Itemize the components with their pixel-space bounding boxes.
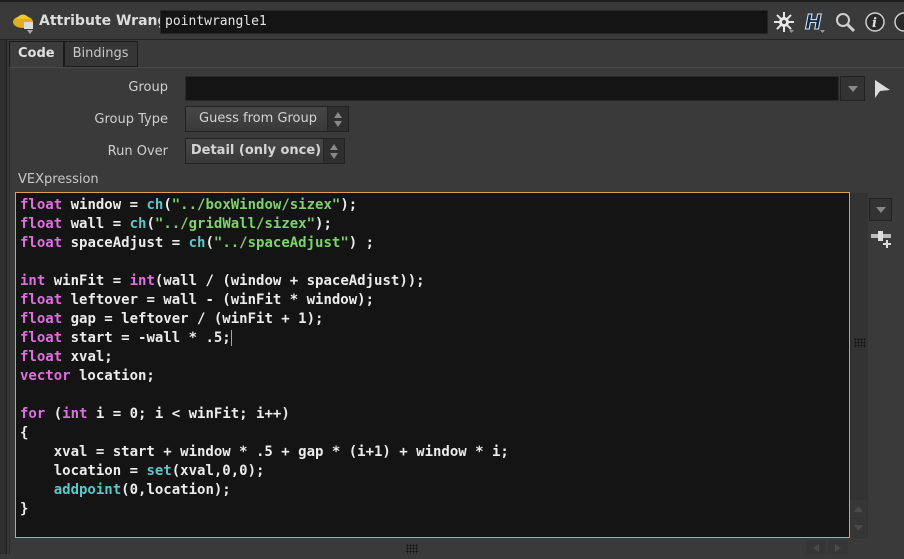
node-name-field[interactable]: pointwrangle1	[160, 10, 768, 34]
updown-arrows-icon	[323, 139, 344, 163]
code-string: "../boxWindow/sizex"	[171, 197, 341, 213]
code-line: addpoint(0,location);	[53, 482, 231, 498]
code-keyword: float	[20, 216, 63, 232]
editor-vertical-scrollbar[interactable]	[850, 193, 868, 538]
vexpression-label: VEXpression	[18, 172, 99, 187]
code-line: float start = -wall * .5;	[20, 330, 232, 346]
tab-bindings[interactable]: Bindings	[63, 41, 138, 67]
scroll-down-button[interactable]	[850, 519, 867, 537]
gear-icon[interactable]	[772, 10, 796, 34]
chevron-down-icon	[875, 206, 886, 213]
code-keyword: float	[20, 235, 63, 251]
updown-arrows-icon	[327, 107, 348, 131]
parameter-header: Attribute Wrangle pointwrangle1 H i	[0, 0, 904, 40]
code-line: vector location;	[20, 368, 155, 384]
code-keyword: float	[20, 197, 63, 213]
scroll-grip[interactable]	[854, 338, 866, 348]
code-text[interactable]: float window = ch("../boxWindow/sizex");…	[20, 196, 845, 519]
code-keyword: vector	[20, 368, 71, 384]
select-group-arrow-icon[interactable]	[872, 78, 892, 100]
run-over-value: Detail (only once)	[190, 143, 322, 158]
group-input[interactable]	[185, 76, 839, 101]
code-line: float window = ch("../boxWindow/sizex");	[20, 197, 358, 213]
svg-text:i: i	[872, 16, 877, 31]
scroll-left-button[interactable]	[806, 540, 826, 554]
parameter-tabs: Code Bindings	[9, 41, 138, 67]
wrangle-node-icon[interactable]	[12, 10, 36, 34]
code-string: "../gridWall/sizex"	[154, 216, 316, 232]
code-function: ch	[129, 216, 147, 232]
text-cursor	[230, 330, 232, 346]
code-keyword: for	[20, 406, 46, 422]
left-pane-edge[interactable]	[0, 0, 7, 554]
code-keyword: int	[62, 406, 88, 422]
info-icon[interactable]: i	[863, 10, 887, 34]
search-icon[interactable]	[833, 10, 857, 34]
code-line: float xval;	[20, 349, 113, 365]
create-spare-parms-icon[interactable]	[870, 228, 894, 250]
code-keyword: float	[20, 292, 63, 308]
help-icon[interactable]	[892, 10, 904, 34]
svg-text:H: H	[805, 10, 822, 34]
tab-code[interactable]: Code	[9, 41, 64, 67]
group-type-label: Group Type	[94, 112, 168, 127]
code-keyword: int	[20, 273, 46, 289]
code-line: float leftover = wall - (winFit * window…	[20, 292, 375, 308]
code-function: ch	[146, 197, 164, 213]
code-line: xval = start + window * .5 + gap * (i+1)…	[20, 444, 509, 460]
editor-resize-grip[interactable]	[406, 544, 418, 554]
group-label: Group	[128, 80, 168, 95]
code-line: int winFit = int(wall / (window + spaceA…	[20, 273, 425, 289]
code-keyword: float	[20, 349, 63, 365]
code-string: "../spaceAdjust"	[213, 235, 349, 251]
code-keyword: int	[129, 273, 155, 289]
group-type-value: Guess from Group	[199, 111, 317, 126]
run-over-menu[interactable]: Detail (only once)	[185, 138, 345, 164]
code-line: float wall = ch("../gridWall/sizex");	[20, 216, 332, 232]
code-line: }	[20, 501, 29, 517]
vex-code-editor[interactable]: float window = ch("../boxWindow/sizex");…	[15, 192, 850, 538]
group-dropdown-button[interactable]	[840, 76, 865, 101]
code-line: float gap = leftover / (winFit + 1);	[20, 311, 324, 327]
code-function: ch	[188, 235, 206, 251]
code-function: addpoint	[53, 482, 122, 498]
code-line: location = set(xval,0,0);	[20, 463, 265, 479]
presets-dropdown-button[interactable]	[869, 198, 892, 221]
code-keyword: float	[20, 311, 63, 327]
scroll-up-button[interactable]	[850, 500, 867, 518]
run-over-label: Run Over	[107, 144, 168, 159]
code-line: {	[20, 425, 29, 441]
group-type-menu[interactable]: Guess from Group	[185, 106, 349, 132]
code-line: float spaceAdjust = ch("../spaceAdjust")…	[20, 235, 375, 251]
code-function: set	[146, 463, 172, 479]
code-keyword: float	[20, 330, 63, 346]
scroll-right-button[interactable]	[828, 540, 848, 554]
code-line: for (int i = 0; i < winFit; i++)	[20, 406, 290, 422]
chevron-down-icon	[847, 85, 858, 92]
houdini-help-icon[interactable]: H	[802, 10, 826, 34]
